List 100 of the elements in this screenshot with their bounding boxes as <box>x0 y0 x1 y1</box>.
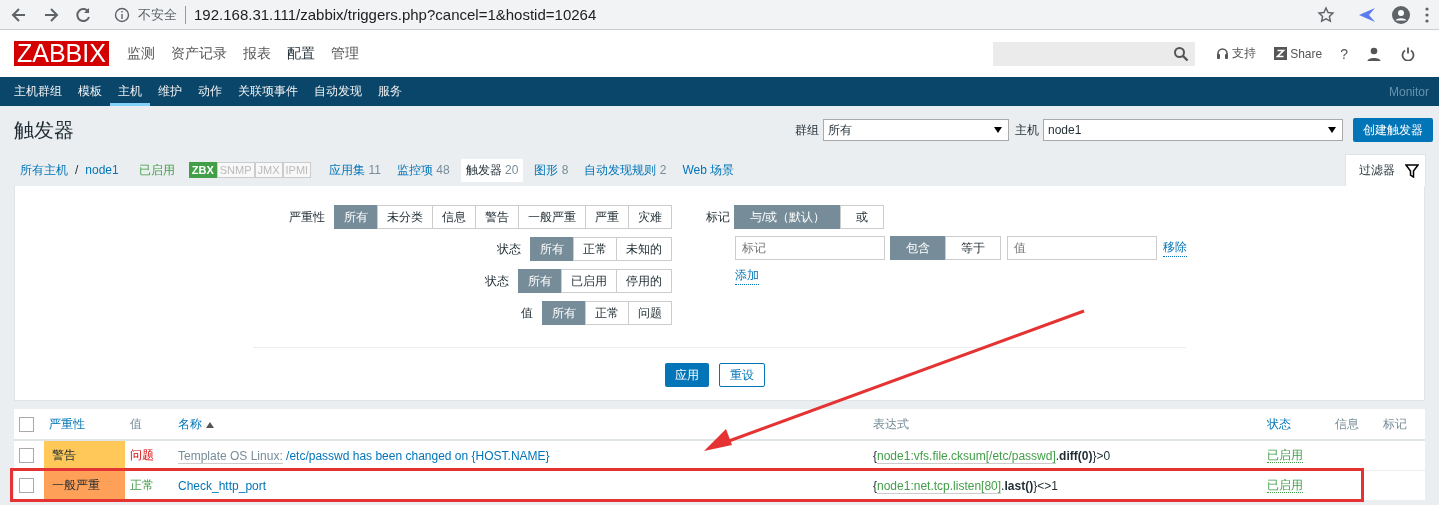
filter-option[interactable]: 灾难 <box>628 205 672 229</box>
column-header: 表达式 <box>873 416 909 431</box>
filter-option[interactable]: 问题 <box>628 301 672 325</box>
host-tab[interactable]: 应用集 11 <box>324 158 386 182</box>
filter-label: 值 <box>521 305 533 322</box>
availability-tag: IPMI <box>282 162 312 178</box>
breadcrumb-link[interactable]: node1 <box>85 163 119 177</box>
value-field[interactable]: 值 <box>1007 236 1157 260</box>
add-link[interactable]: 添加 <box>735 267 759 285</box>
checkbox[interactable] <box>19 478 34 494</box>
submenu-item[interactable]: 服务 <box>370 77 410 106</box>
url-text: 192.168.31.111/zabbix/triggers.php?cancel=1&hostid=10264 <box>194 6 598 23</box>
submenu-item[interactable]: 动作 <box>190 77 230 106</box>
filter-option[interactable]: 等于 <box>945 236 1001 260</box>
logo[interactable]: ZABBIX <box>14 41 109 66</box>
column-header: 标记 <box>1383 416 1407 431</box>
submenu-item[interactable]: 自动发现 <box>306 77 370 106</box>
column-header: 值 <box>130 416 142 431</box>
remove-link[interactable]: 移除 <box>1163 239 1187 257</box>
star-icon <box>1317 5 1335 24</box>
filter-label: 严重性 <box>289 209 325 226</box>
submenu-item[interactable]: 主机 <box>110 77 150 106</box>
availability-tag: JMX <box>254 162 283 178</box>
select-dropdown[interactable]: 所有 <box>823 119 1009 141</box>
user-icon[interactable] <box>1367 46 1381 61</box>
filter-option[interactable]: 严重 <box>585 205 629 229</box>
expression-text: {node1:vfs.file.cksum[/etc/passwd].diff(0)}>0 <box>873 448 1111 464</box>
availability-tag: ZBX <box>188 162 217 178</box>
host-tab[interactable]: 自动发现规则 2 <box>579 158 672 182</box>
breadcrumb-link[interactable]: 所有主机 <box>20 161 68 179</box>
filter-option[interactable]: 信息 <box>432 205 476 229</box>
security-label: 不安全 <box>138 5 186 24</box>
filter-label: 状态 <box>485 273 509 290</box>
bird-icon[interactable] <box>1357 5 1377 24</box>
column-header[interactable]: 状态 <box>1267 416 1291 431</box>
host-tab[interactable]: 图形 8 <box>529 158 574 182</box>
filter-option[interactable]: 警告 <box>475 205 519 229</box>
info-icon <box>114 6 130 23</box>
search-icon <box>1173 45 1190 62</box>
filter-option[interactable]: 停用的 <box>616 269 672 293</box>
reload-icon[interactable] <box>74 5 92 24</box>
menu-item[interactable]: 配置 <box>278 44 323 63</box>
host-status: 已启用 <box>138 161 175 179</box>
value-text: 正常 <box>130 478 154 492</box>
sort-up-icon <box>206 421 214 428</box>
host-tab[interactable]: Web 场景 <box>677 158 740 182</box>
checkbox[interactable] <box>19 416 34 432</box>
filter-option[interactable]: 已启用 <box>561 269 617 293</box>
menu-item[interactable]: 监测 <box>118 44 163 63</box>
filter-option[interactable]: 正常 <box>585 301 629 325</box>
submenu-item[interactable]: 主机群组 <box>6 77 70 106</box>
severity-cell: 一般严重 <box>44 470 125 501</box>
filter-label: 状态 <box>497 241 521 258</box>
template-link[interactable]: Template OS Linux: <box>178 448 283 464</box>
trigger-link[interactable]: /etc/passwd has been changed on {HOST.NAME} <box>286 448 550 463</box>
menu-item[interactable]: 资产记录 <box>162 44 235 63</box>
breadcrumb-separator: / <box>75 163 79 177</box>
z-icon <box>1274 47 1288 60</box>
menu-item[interactable]: 报表 <box>234 44 279 63</box>
more-icon[interactable] <box>1425 6 1429 23</box>
create-button[interactable]: 创建触发器 <box>1353 118 1433 142</box>
tag-field[interactable]: 标记 <box>735 236 885 260</box>
back-icon[interactable] <box>10 5 28 24</box>
host-tab[interactable]: 监控项 48 <box>391 158 455 182</box>
trigger-link[interactable]: Check_http_port <box>178 478 267 493</box>
submenu-item[interactable]: 关联项事件 <box>230 77 306 106</box>
expression-text: {node1:net.tcp.listen[80].last()}<>1 <box>873 478 1058 494</box>
select-label: 群组 <box>795 121 819 139</box>
value-text: 问题 <box>130 448 154 462</box>
filter-option[interactable]: 正常 <box>573 237 617 261</box>
filter-icon <box>1405 163 1419 178</box>
column-header[interactable]: 严重性 <box>49 416 85 431</box>
filter-option[interactable]: 未分类 <box>377 205 433 229</box>
filter-tab[interactable]: 过滤器 <box>1345 154 1426 186</box>
reset-button[interactable]: 重设 <box>718 363 765 387</box>
caret-icon <box>1328 127 1336 133</box>
status-link[interactable]: 已启用 <box>1267 448 1303 463</box>
menu-item[interactable]: 管理 <box>322 44 367 63</box>
account-icon[interactable] <box>1391 4 1411 25</box>
submenu-item[interactable]: 维护 <box>150 77 190 106</box>
filter-label: 标记 <box>706 209 730 226</box>
select-dropdown[interactable]: node1 <box>1043 119 1343 141</box>
page-title: 触发器 <box>14 117 74 143</box>
headset-icon <box>1216 47 1230 60</box>
support-link[interactable]: 支持 <box>1216 45 1257 62</box>
submenu-item[interactable]: 模板 <box>70 77 110 106</box>
status-link[interactable]: 已启用 <box>1267 478 1303 493</box>
forward-icon[interactable] <box>42 5 60 24</box>
apply-button[interactable]: 应用 <box>664 363 709 387</box>
filter-option[interactable]: 未知的 <box>616 237 672 261</box>
checkbox[interactable] <box>19 448 34 464</box>
filter-option[interactable]: 一般严重 <box>518 205 586 229</box>
filter-option[interactable]: 或 <box>840 205 885 229</box>
column-header[interactable]: 名称 <box>178 416 214 431</box>
share-link[interactable]: Share <box>1274 46 1323 61</box>
host-tab[interactable]: 触发器 20 <box>460 158 524 182</box>
power-icon[interactable] <box>1401 46 1415 61</box>
caret-icon <box>994 127 1002 133</box>
help-link[interactable]: ? <box>1340 45 1348 62</box>
search-field[interactable] <box>993 41 1196 66</box>
